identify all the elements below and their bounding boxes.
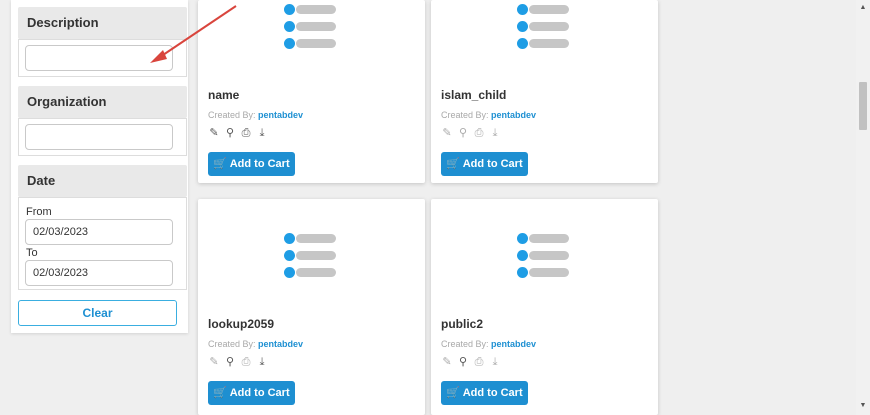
- print-icon[interactable]: ⎙: [473, 356, 485, 368]
- date-to-label: To: [26, 247, 38, 259]
- download-icon[interactable]: ⤓: [256, 356, 268, 368]
- add-to-cart-button[interactable]: 🛒 Add to Cart: [441, 381, 528, 405]
- add-to-cart-button[interactable]: 🛒 Add to Cart: [208, 381, 295, 405]
- add-to-cart-button[interactable]: 🛒 Add to Cart: [208, 152, 295, 176]
- description-heading: Description: [18, 7, 187, 39]
- list-thumbnail-icon: [513, 2, 573, 58]
- scroll-down-icon[interactable]: ▼: [859, 402, 867, 410]
- search-icon[interactable]: ⚲: [224, 356, 236, 368]
- cart-icon: 🛒: [213, 158, 228, 170]
- creator-link[interactable]: pentabdev: [491, 339, 536, 349]
- date-to-input[interactable]: 02/03/2023: [25, 260, 173, 286]
- date-box: From 02/03/2023 To 02/03/2023: [18, 197, 187, 290]
- card-title: public2: [441, 317, 484, 331]
- description-box: [18, 39, 187, 77]
- clear-button[interactable]: Clear: [18, 300, 177, 326]
- date-from-label: From: [26, 206, 52, 218]
- edit-icon[interactable]: ✎: [441, 356, 453, 368]
- organization-heading: Organization: [18, 86, 187, 118]
- add-to-cart-button[interactable]: 🛒 Add to Cart: [441, 152, 528, 176]
- card-title: lookup2059: [208, 317, 275, 331]
- list-thumbnail-icon: [513, 231, 573, 287]
- created-by: Created By: pentabdev: [441, 339, 537, 349]
- scroll-up-icon[interactable]: ▲: [859, 4, 867, 12]
- card-lookup2059: lookup2059 Created By: pentabdev ✎ ⚲ ⎙ ⤓…: [198, 199, 425, 415]
- search-icon[interactable]: ⚲: [224, 127, 236, 139]
- created-by: Created By: pentabdev: [208, 110, 304, 120]
- cart-icon: 🛒: [213, 387, 228, 399]
- download-icon[interactable]: ⤓: [489, 356, 501, 368]
- card-actions: ✎ ⚲ ⎙ ⤓: [441, 356, 501, 368]
- download-icon[interactable]: ⤓: [256, 127, 268, 139]
- date-from-input[interactable]: 02/03/2023: [25, 219, 173, 245]
- print-icon[interactable]: ⎙: [473, 127, 485, 139]
- cart-icon: 🛒: [446, 387, 461, 399]
- card-title: name: [208, 88, 240, 102]
- created-by: Created By: pentabdev: [441, 110, 537, 120]
- card-islam-child: islam_child Created By: pentabdev ✎ ⚲ ⎙ …: [431, 0, 658, 183]
- organization-input[interactable]: [25, 124, 173, 150]
- creator-link[interactable]: pentabdev: [258, 110, 303, 120]
- card-title: islam_child: [441, 88, 507, 102]
- download-icon[interactable]: ⤓: [489, 127, 501, 139]
- card-public2: public2 Created By: pentabdev ✎ ⚲ ⎙ ⤓ 🛒 …: [431, 199, 658, 415]
- page-scrollbar[interactable]: ▲ ▼: [856, 0, 870, 415]
- created-by: Created By: pentabdev: [208, 339, 304, 349]
- search-icon[interactable]: ⚲: [457, 356, 469, 368]
- list-thumbnail-icon: [280, 2, 340, 58]
- print-icon[interactable]: ⎙: [240, 127, 252, 139]
- list-thumbnail-icon: [280, 231, 340, 287]
- scrollbar-thumb[interactable]: [859, 82, 867, 130]
- creator-link[interactable]: pentabdev: [258, 339, 303, 349]
- creator-link[interactable]: pentabdev: [491, 110, 536, 120]
- card-actions: ✎ ⚲ ⎙ ⤓: [208, 356, 268, 368]
- filter-sidebar: Description Organization Date From 02/03…: [11, 0, 188, 333]
- print-icon[interactable]: ⎙: [240, 356, 252, 368]
- card-actions: ✎ ⚲ ⎙ ⤓: [208, 127, 268, 139]
- edit-icon[interactable]: ✎: [441, 127, 453, 139]
- card-actions: ✎ ⚲ ⎙ ⤓: [441, 127, 501, 139]
- cart-icon: 🛒: [446, 158, 461, 170]
- organization-box: [18, 118, 187, 156]
- card-name: name Created By: pentabdev ✎ ⚲ ⎙ ⤓ 🛒 Add…: [198, 0, 425, 183]
- search-icon[interactable]: ⚲: [457, 127, 469, 139]
- edit-icon[interactable]: ✎: [208, 356, 220, 368]
- description-input[interactable]: [25, 45, 173, 71]
- edit-icon[interactable]: ✎: [208, 127, 220, 139]
- date-heading: Date: [18, 165, 187, 197]
